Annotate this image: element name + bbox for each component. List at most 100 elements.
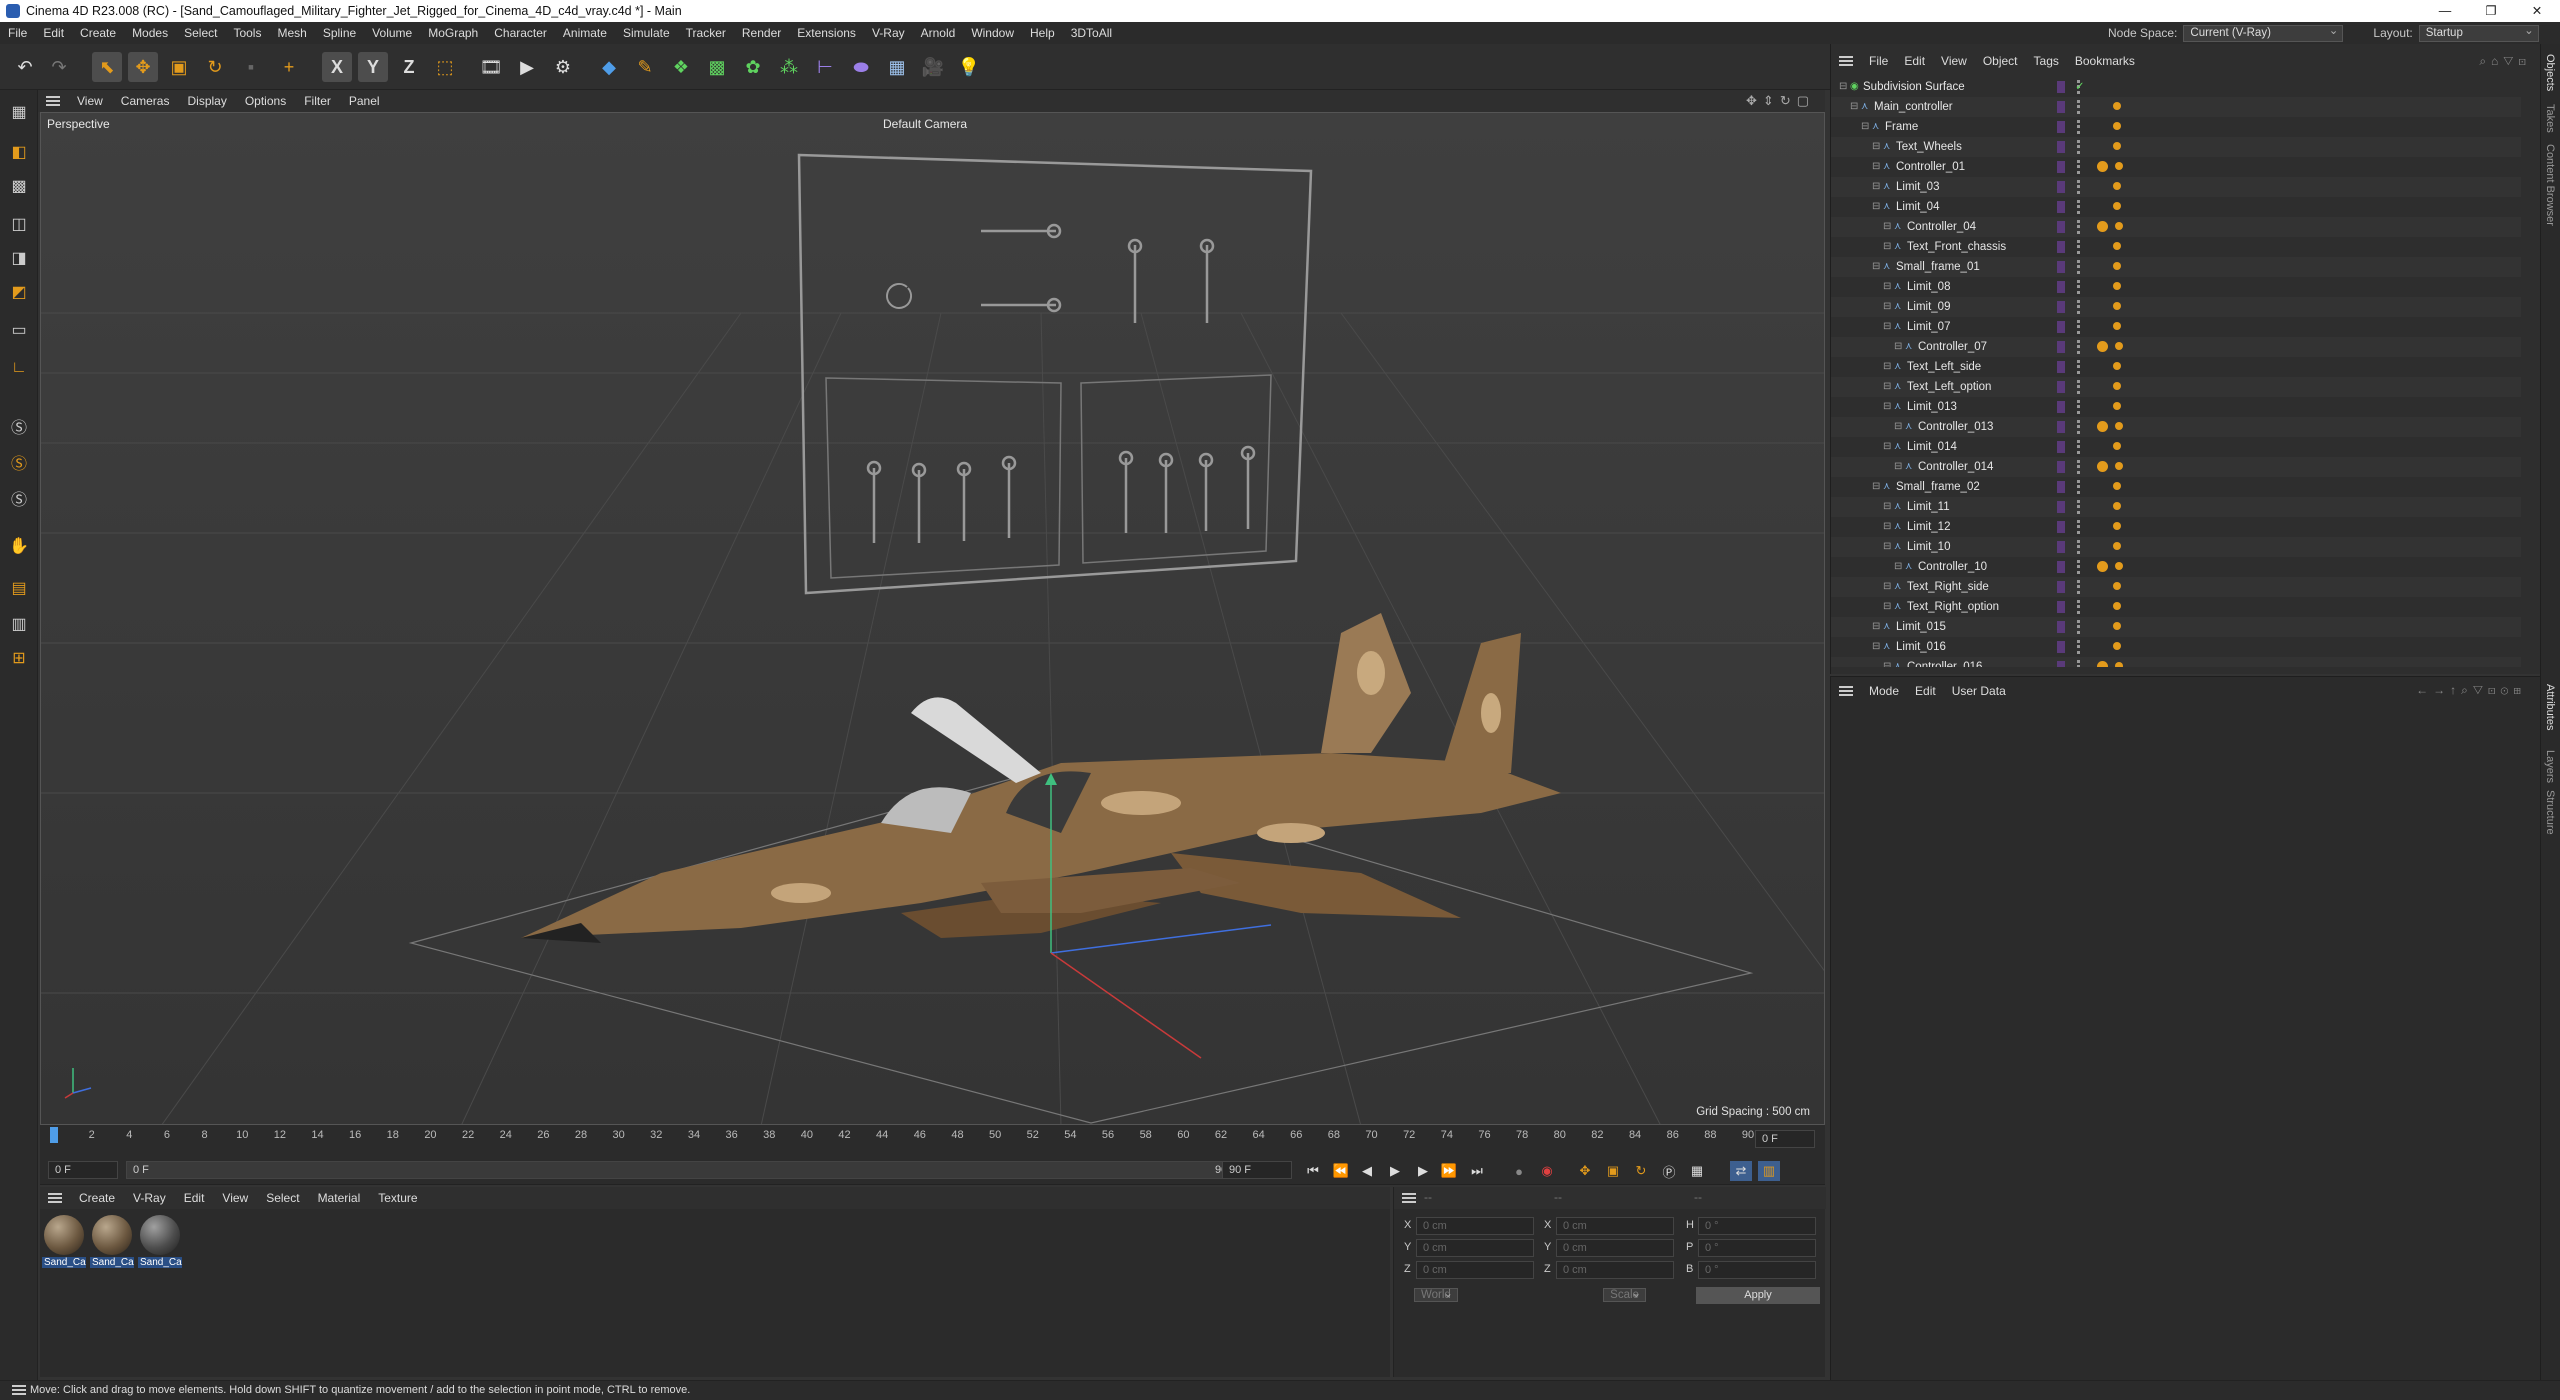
layer-color-swatch[interactable]: [2057, 441, 2065, 453]
menu-select[interactable]: Select: [176, 22, 225, 44]
expand-toggle-icon[interactable]: ⊟: [1850, 102, 1859, 112]
render-view-icon[interactable]: ▶: [512, 52, 542, 82]
playhead[interactable]: [50, 1127, 58, 1143]
constraint-tag-icon[interactable]: [2097, 221, 2108, 232]
visibility-dots-icon[interactable]: [2077, 640, 2081, 654]
minimize-button[interactable]: —: [2422, 0, 2468, 22]
object-name[interactable]: Limit_11: [1907, 497, 1950, 517]
visibility-dots-icon[interactable]: [2077, 460, 2081, 474]
maximize-button[interactable]: ❐: [2468, 0, 2514, 22]
coord-rot-b[interactable]: 0 °: [1698, 1261, 1816, 1279]
visibility-dots-icon[interactable]: [2077, 420, 2081, 434]
layer-color-swatch[interactable]: [2057, 661, 2065, 667]
xpresso-tag-icon[interactable]: [2113, 622, 2121, 630]
coord-size-x[interactable]: 0 cm: [1556, 1217, 1674, 1235]
object-row[interactable]: ⊟ ⋏ Text_Front_chassis: [1831, 237, 2521, 257]
coord-pos-y[interactable]: 0 cm: [1416, 1239, 1534, 1257]
object-name[interactable]: Controller_04: [1907, 217, 1976, 237]
xpresso-tag-icon[interactable]: [2113, 382, 2121, 390]
visibility-dots-icon[interactable]: [2077, 560, 2081, 574]
planar-icon[interactable]: ⊞: [4, 644, 34, 672]
coord-rot-p[interactable]: 0 °: [1698, 1239, 1816, 1257]
menu-volume[interactable]: Volume: [364, 22, 420, 44]
layer-color-swatch[interactable]: [2057, 261, 2065, 273]
scene-icon[interactable]: ▦: [882, 52, 912, 82]
object-name[interactable]: Limit_03: [1896, 177, 1939, 197]
object-row[interactable]: ⊟ ⋏ Controller_014: [1831, 457, 2521, 477]
xpresso-tag-icon[interactable]: [2115, 662, 2123, 667]
object-row[interactable]: ⊟ ⋏ Limit_013: [1831, 397, 2521, 417]
visibility-dots-icon[interactable]: [2077, 280, 2081, 294]
constraint-tag-icon[interactable]: [2097, 461, 2108, 472]
object-row[interactable]: ⊟ ⋏ Limit_11: [1831, 497, 2521, 517]
menu-simulate[interactable]: Simulate: [615, 22, 678, 44]
snap-icon[interactable]: Ⓢ: [4, 412, 34, 440]
layer-color-swatch[interactable]: [2057, 621, 2065, 633]
layer-color-swatch[interactable]: [2057, 101, 2065, 113]
object-name[interactable]: Controller_07: [1918, 337, 1987, 357]
field-icon[interactable]: ⬬: [846, 52, 876, 82]
expand-toggle-icon[interactable]: ⊟: [1894, 462, 1903, 472]
object-row[interactable]: ⊟ ⋏ Small_frame_01: [1831, 257, 2521, 277]
layer-color-swatch[interactable]: [2057, 341, 2065, 353]
coord-size-mode-dropdown[interactable]: Scale: [1603, 1288, 1646, 1302]
xpresso-tag-icon[interactable]: [2113, 242, 2121, 250]
key-position-icon[interactable]: ✥: [1574, 1161, 1596, 1181]
xpresso-tag-icon[interactable]: [2113, 582, 2121, 590]
xpresso-tag-icon[interactable]: [2113, 182, 2121, 190]
object-row[interactable]: ⊟ ⋏ Limit_04: [1831, 197, 2521, 217]
menu-help[interactable]: Help: [1022, 22, 1063, 44]
object-name[interactable]: Limit_09: [1907, 297, 1950, 317]
visibility-dots-icon[interactable]: [2077, 360, 2081, 374]
xpresso-tag-icon[interactable]: [2113, 262, 2121, 270]
menu-window[interactable]: Window: [963, 22, 1022, 44]
object-name[interactable]: Small_frame_01: [1896, 257, 1980, 277]
visibility-dots-icon[interactable]: [2077, 340, 2081, 354]
expand-toggle-icon[interactable]: ⊟: [1883, 582, 1892, 592]
polygons-mode-icon[interactable]: ◩: [4, 278, 34, 306]
menu-arnold[interactable]: Arnold: [913, 22, 964, 44]
workplane-icon[interactable]: ✋: [4, 532, 34, 560]
object-row[interactable]: ⊟ ⋏ Limit_03: [1831, 177, 2521, 197]
expand-toggle-icon[interactable]: ⊟: [1883, 222, 1892, 232]
visibility-dots-icon[interactable]: [2077, 200, 2081, 214]
expand-toggle-icon[interactable]: ⊟: [1883, 242, 1892, 252]
layer-color-swatch[interactable]: [2057, 421, 2065, 433]
expand-toggle-icon[interactable]: ⊟: [1883, 442, 1892, 452]
layer-color-swatch[interactable]: [2057, 241, 2065, 253]
visibility-dots-icon[interactable]: [2077, 120, 2081, 134]
expand-toggle-icon[interactable]: ⊟: [1872, 182, 1881, 192]
prev-key-icon[interactable]: ⏪: [1330, 1161, 1352, 1181]
object-row[interactable]: ⊟ ⋏ Text_Right_option: [1831, 597, 2521, 617]
xpresso-tag-icon[interactable]: [2113, 122, 2121, 130]
material-menu-icon[interactable]: [48, 1193, 62, 1203]
xpresso-tag-icon[interactable]: [2115, 162, 2123, 170]
material-item[interactable]: Sand_Ca: [42, 1215, 86, 1268]
constraint-tag-icon[interactable]: [2097, 661, 2108, 667]
visibility-dots-icon[interactable]: [2077, 660, 2081, 667]
object-name[interactable]: Text_Left_option: [1907, 377, 1991, 397]
mat-menu-material[interactable]: Material: [309, 1191, 370, 1205]
menu-modes[interactable]: Modes: [124, 22, 176, 44]
visibility-dots-icon[interactable]: [2077, 540, 2081, 554]
visibility-dots-icon[interactable]: [2077, 240, 2081, 254]
expand-toggle-icon[interactable]: ⊟: [1894, 422, 1903, 432]
z-axis-icon[interactable]: Z: [394, 52, 424, 82]
object-name[interactable]: Limit_07: [1907, 317, 1950, 337]
object-name[interactable]: Small_frame_02: [1896, 477, 1980, 497]
layer-color-swatch[interactable]: [2057, 361, 2065, 373]
attribute-nav-icons[interactable]: ←→↑⌕▽⊡⊙⊞: [2416, 683, 2526, 698]
expand-toggle-icon[interactable]: ⊟: [1883, 362, 1892, 372]
visibility-dots-icon[interactable]: [2077, 160, 2081, 174]
object-row[interactable]: ⊟ ⋏ Text_Left_side: [1831, 357, 2521, 377]
deformer-icon[interactable]: ⊢: [810, 52, 840, 82]
range-slider[interactable]: 0 F 90 F: [126, 1161, 1246, 1179]
object-row[interactable]: ⊟ ⋏ Controller_01: [1831, 157, 2521, 177]
constraint-tag-icon[interactable]: [2097, 341, 2108, 352]
goto-end-icon[interactable]: ⏭: [1466, 1161, 1488, 1181]
cloner-icon[interactable]: ✿: [738, 52, 768, 82]
menu-mograph[interactable]: MoGraph: [420, 22, 486, 44]
object-row[interactable]: ⊟ ⋏ Controller_013: [1831, 417, 2521, 437]
tab-takes[interactable]: Takes: [2544, 104, 2556, 133]
menu-extensions[interactable]: Extensions: [789, 22, 864, 44]
